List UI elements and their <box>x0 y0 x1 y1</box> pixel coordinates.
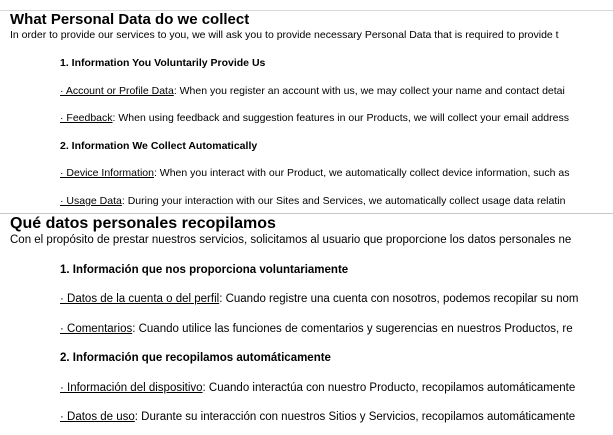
account-data-link[interactable]: · Account or Profile Data <box>60 85 174 97</box>
english-intro: In order to provide our services to you,… <box>10 29 559 41</box>
spanish-item-comments: · Comentarios: Cuando utilice las funcio… <box>60 322 573 336</box>
usage-data-text: : During your interaction with our Sites… <box>121 195 566 207</box>
datos-uso-link[interactable]: · Datos de uso <box>60 411 135 423</box>
english-item-feedback: · Feedback: When using feedback and sugg… <box>60 112 569 125</box>
comentarios-text: : Cuando utilice las funciones de coment… <box>132 323 573 335</box>
usage-data-link[interactable]: · Usage Data <box>60 195 122 207</box>
english-item-account-data: · Account or Profile Data: When you regi… <box>60 85 565 98</box>
spanish-section2-heading: 2. Información que recopilamos automátic… <box>60 352 331 364</box>
english-section1-heading: 1. Information You Voluntarily Provide U… <box>60 57 266 69</box>
spanish-item-account-data: · Datos de la cuenta o del perfil: Cuand… <box>60 292 578 306</box>
english-item-device-info: · Device Information: When you interact … <box>60 167 569 180</box>
spanish-intro: Con el propósito de prestar nuestros ser… <box>10 234 572 246</box>
account-data-text: : When you register an account with us, … <box>173 85 565 97</box>
english-title: What Personal Data do we collect <box>10 11 250 28</box>
spanish-section1-heading: 1. Información que nos proporciona volun… <box>60 264 349 276</box>
device-info-text: : When you interact with our Product, we… <box>153 167 570 179</box>
info-dispositivo-link[interactable]: · Información del dispositivo <box>60 382 203 394</box>
feedback-text: : When using feedback and suggestion fea… <box>112 112 569 124</box>
english-section2-heading: 2. Information We Collect Automatically <box>60 140 258 152</box>
spanish-item-device-info: · Información del dispositivo: Cuando in… <box>60 381 575 395</box>
english-item-usage-data: · Usage Data: During your interaction wi… <box>60 195 565 208</box>
spanish-section: Qué datos personales recopilamos Con el … <box>0 213 613 435</box>
document-page: What Personal Data do we collect In orde… <box>0 0 613 435</box>
info-dispositivo-text: : Cuando interactúa con nuestro Producto… <box>202 382 576 394</box>
feedback-link[interactable]: · Feedback <box>60 112 113 124</box>
english-section: What Personal Data do we collect In orde… <box>0 10 613 215</box>
spanish-item-usage-data: · Datos de uso: Durante su interacción c… <box>60 410 575 424</box>
datos-cuenta-link[interactable]: · Datos de la cuenta o del perfil <box>60 293 219 305</box>
device-info-link[interactable]: · Device Information <box>60 167 154 179</box>
datos-cuenta-text: : Cuando registre una cuenta con nosotro… <box>219 293 579 305</box>
spanish-title: Qué datos personales recopilamos <box>10 215 276 232</box>
datos-uso-text: : Durante su interacción con nuestros Si… <box>134 411 576 423</box>
comentarios-link[interactable]: · Comentarios <box>60 323 132 335</box>
